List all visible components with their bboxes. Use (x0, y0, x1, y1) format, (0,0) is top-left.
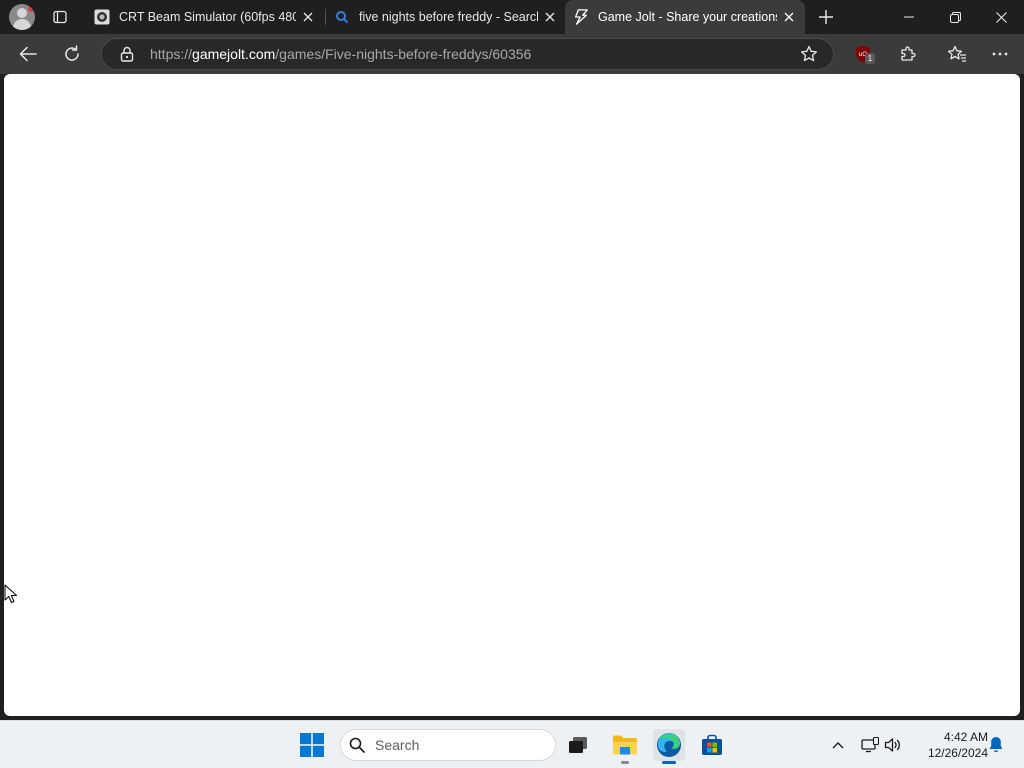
store-bag-icon (702, 734, 722, 755)
crt-favicon-icon (94, 9, 110, 25)
tab-title: five nights before freddy - Search (359, 10, 538, 24)
lock-icon[interactable] (119, 46, 135, 62)
task-view-icon (569, 737, 587, 753)
mouse-cursor-icon (4, 584, 17, 603)
close-tab-icon[interactable] (296, 5, 320, 29)
clock-time: 4:42 AM (943, 730, 988, 744)
folder-icon (613, 735, 637, 755)
speaker-icon (884, 738, 900, 752)
refresh-button[interactable] (57, 39, 87, 69)
tab-title: Game Jolt - Share your creations (598, 10, 777, 24)
more-dots-icon (992, 52, 1008, 56)
profile-avatar[interactable] (9, 4, 35, 30)
search-favicon-icon (334, 9, 350, 25)
taskbar-search-box[interactable]: Search (340, 729, 556, 761)
gamejolt-favicon-icon (573, 9, 589, 25)
close-icon (995, 11, 1007, 23)
windows-logo-icon (300, 733, 324, 757)
restore-icon (949, 11, 961, 23)
show-hidden-icons-button[interactable] (828, 735, 848, 755)
network-button[interactable] (860, 735, 880, 755)
edge-logo-icon (657, 732, 681, 757)
tab-crt-beam-simulator[interactable]: CRT Beam Simulator (60fps 480Hz (86, 0, 324, 34)
minimize-icon (904, 16, 914, 18)
tab-strip: CRT Beam Simulator (60fps 480Hz five nig… (0, 0, 1024, 34)
restore-button[interactable] (932, 0, 978, 34)
notifications-button[interactable] (986, 735, 1006, 755)
start-button[interactable] (296, 729, 328, 761)
favorite-star-icon[interactable] (799, 44, 819, 64)
address-bar[interactable]: https://gamejolt.com/games/Five-nights-b… (101, 38, 834, 70)
url-scheme: https:// (150, 46, 193, 62)
puzzle-icon (901, 46, 916, 61)
search-placeholder: Search (375, 737, 420, 753)
profile-notification-dot (28, 5, 35, 12)
ublock-extension-button[interactable]: uO 1 (855, 45, 875, 64)
running-indicator (621, 761, 629, 764)
windows-taskbar: Search 4:42 AM 12/26/2024 (0, 720, 1024, 768)
plus-icon (819, 10, 833, 24)
url-path: /games/Five-nights-before-freddys/60356 (275, 46, 532, 62)
back-arrow-icon (19, 46, 37, 62)
tab-actions-button[interactable] (46, 5, 74, 29)
search-icon (348, 736, 366, 754)
task-view-button[interactable] (562, 729, 594, 761)
tab-actions-icon (53, 10, 67, 24)
url-text[interactable]: https://gamejolt.com/games/Five-nights-b… (150, 46, 799, 62)
browser-toolbar: https://gamejolt.com/games/Five-nights-b… (0, 34, 1024, 74)
extensions-button[interactable] (893, 39, 923, 69)
file-explorer-button[interactable] (609, 729, 641, 761)
tab-title: CRT Beam Simulator (60fps 480Hz (119, 10, 296, 24)
volume-button[interactable] (883, 735, 903, 755)
network-icon (861, 737, 879, 753)
favorites-button[interactable] (942, 39, 972, 69)
url-host: gamejolt.com (192, 46, 276, 62)
microsoft-store-button[interactable] (696, 729, 728, 761)
close-tab-icon[interactable] (777, 5, 801, 29)
clock-date: 12/26/2024 (927, 746, 988, 760)
web-page-content[interactable] (4, 74, 1020, 716)
refresh-icon (65, 45, 79, 61)
bell-icon (989, 737, 1003, 753)
active-indicator (662, 761, 676, 764)
extension-badge: 1 (865, 53, 875, 64)
system-clock[interactable]: 4:42 AM 12/26/2024 (912, 729, 988, 761)
edge-taskbar-button[interactable] (653, 729, 685, 761)
new-tab-button[interactable] (814, 5, 838, 29)
back-button[interactable] (13, 39, 43, 69)
close-window-button[interactable] (978, 0, 1024, 34)
favorites-list-icon (947, 45, 966, 62)
tab-game-jolt[interactable]: Game Jolt - Share your creations (565, 0, 805, 34)
chevron-up-icon (832, 742, 844, 749)
minimize-button[interactable] (886, 0, 932, 34)
settings-menu-button[interactable] (985, 39, 1015, 69)
close-tab-icon[interactable] (538, 5, 562, 29)
tab-search[interactable]: five nights before freddy - Search (326, 0, 566, 34)
